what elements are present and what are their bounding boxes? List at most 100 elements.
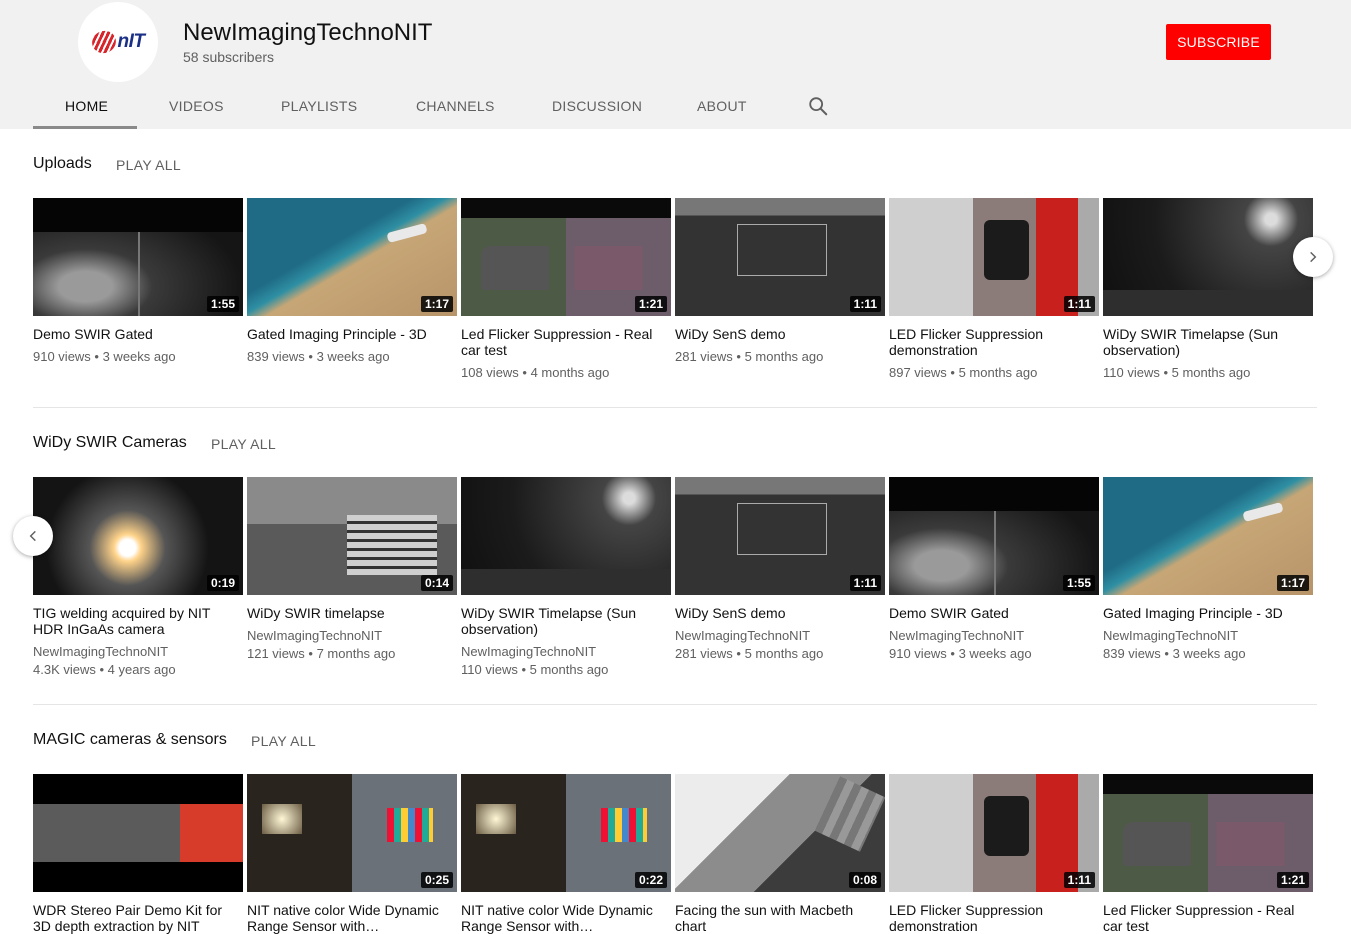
tab-videos[interactable]: VIDEOS bbox=[169, 98, 224, 114]
video-meta: 839 views • 3 weeks ago bbox=[247, 348, 457, 366]
video-thumbnail[interactable]: 1:11 bbox=[675, 198, 885, 316]
video-title[interactable]: Gated Imaging Principle - 3D bbox=[247, 326, 457, 342]
video-thumbnail[interactable]: 1:17 bbox=[247, 198, 457, 316]
video-title[interactable]: Gated Imaging Principle - 3D bbox=[1103, 605, 1313, 621]
video-thumbnail[interactable]: 1:11 bbox=[889, 774, 1099, 892]
video-title[interactable]: WiDy SWIR Timelapse (Sun observation) bbox=[461, 605, 671, 637]
video-card[interactable]: 1:21 WDR Stereo Pair Demo Kit for 3D dept… bbox=[33, 774, 243, 934]
video-title[interactable]: Facing the sun with Macbeth chart bbox=[675, 902, 885, 934]
video-title[interactable]: WDR Stereo Pair Demo Kit for 3D depth ex… bbox=[33, 902, 243, 934]
duration-badge: 0:25 bbox=[420, 872, 453, 888]
video-meta: NewImagingTechnoNIT 121 views • 7 months … bbox=[247, 627, 457, 663]
shelf-title[interactable]: WiDy SWIR Cameras bbox=[33, 434, 187, 452]
video-card[interactable]: 0:14 WiDy SWIR Timelapse (Sun observation… bbox=[1103, 198, 1313, 382]
video-card[interactable]: 1:21 Led Flicker Suppression - Real car t… bbox=[1103, 774, 1313, 934]
video-title[interactable]: LED Flicker Suppression demonstration bbox=[889, 902, 1099, 934]
video-channel-name[interactable]: NewImagingTechnoNIT bbox=[33, 643, 243, 661]
video-card[interactable]: 1:17 Gated Imaging Principle - 3D 839 view… bbox=[247, 198, 457, 366]
video-card[interactable]: 1:11 WiDy SenS demo 281 views • 5 months a… bbox=[675, 198, 885, 366]
video-title[interactable]: NIT native color Wide Dynamic Range Sens… bbox=[461, 902, 671, 934]
tab-channels[interactable]: CHANNELS bbox=[416, 98, 495, 114]
tab-home[interactable]: HOME bbox=[65, 98, 108, 114]
video-thumbnail[interactable]: 0:22 bbox=[461, 774, 671, 892]
video-card[interactable]: 0:25 NIT native color Wide Dynamic Range … bbox=[247, 774, 457, 934]
video-card[interactable]: 1:55 Demo SWIR Gated 910 views • 3 weeks a… bbox=[33, 198, 243, 366]
video-stats: 108 views • 4 months ago bbox=[461, 365, 610, 380]
video-title[interactable]: WiDy SenS demo bbox=[675, 605, 885, 621]
video-thumbnail[interactable]: 0:14 bbox=[461, 477, 671, 595]
video-card[interactable]: 1:17 Gated Imaging Principle - 3D NewImagi… bbox=[1103, 477, 1313, 663]
video-channel-name[interactable]: NewImagingTechnoNIT bbox=[461, 643, 671, 661]
carousel-prev-button[interactable] bbox=[13, 516, 53, 556]
video-stats: 839 views • 3 weeks ago bbox=[247, 349, 390, 364]
video-channel-name[interactable]: NewImagingTechnoNIT bbox=[675, 627, 885, 645]
search-icon[interactable] bbox=[807, 95, 829, 117]
shelf-title[interactable]: Uploads bbox=[33, 155, 92, 173]
play-all-button[interactable]: PLAY ALL bbox=[211, 436, 276, 452]
duration-badge: 1:17 bbox=[1276, 575, 1309, 591]
channel-avatar[interactable]: nIT bbox=[78, 2, 158, 82]
duration-badge: 0:19 bbox=[206, 575, 239, 591]
video-title[interactable]: WiDy SWIR Timelapse (Sun observation) bbox=[1103, 326, 1313, 358]
video-thumbnail[interactable]: 0:14 bbox=[1103, 198, 1313, 316]
video-meta: 897 views • 5 months ago bbox=[889, 364, 1099, 382]
video-meta: NewImagingTechnoNIT 281 views • 5 months … bbox=[675, 627, 885, 663]
video-title[interactable]: TIG welding acquired by NIT HDR InGaAs c… bbox=[33, 605, 243, 637]
video-meta: 110 views • 5 months ago bbox=[1103, 364, 1313, 382]
video-card[interactable]: 0:14 WiDy SWIR Timelapse (Sun observation… bbox=[461, 477, 671, 679]
tab-about[interactable]: ABOUT bbox=[697, 98, 747, 114]
shelf-divider bbox=[33, 407, 1317, 408]
video-meta: 910 views • 3 weeks ago bbox=[33, 348, 243, 366]
video-thumbnail[interactable]: 1:55 bbox=[889, 477, 1099, 595]
video-thumbnail[interactable]: 1:11 bbox=[675, 477, 885, 595]
video-title[interactable]: WiDy SWIR timelapse bbox=[247, 605, 457, 621]
video-title[interactable]: Demo SWIR Gated bbox=[33, 326, 243, 342]
video-card[interactable]: 1:11 WiDy SenS demo NewImagingTechnoNIT 281… bbox=[675, 477, 885, 663]
video-stats: 110 views • 5 months ago bbox=[1103, 365, 1251, 380]
play-all-button[interactable]: PLAY ALL bbox=[116, 157, 181, 173]
video-card[interactable]: 1:21 Led Flicker Suppression - Real car t… bbox=[461, 198, 671, 382]
video-title[interactable]: LED Flicker Suppression demonstration bbox=[889, 326, 1099, 358]
video-thumbnail[interactable]: 1:21 bbox=[1103, 774, 1313, 892]
video-channel-name[interactable]: NewImagingTechnoNIT bbox=[889, 627, 1099, 645]
carousel-next-button[interactable] bbox=[1293, 237, 1333, 277]
video-channel-name[interactable]: NewImagingTechnoNIT bbox=[247, 627, 457, 645]
duration-badge: 1:11 bbox=[1063, 872, 1095, 888]
video-stats: 110 views • 5 months ago bbox=[461, 662, 609, 677]
video-thumbnail[interactable]: 1:11 bbox=[889, 198, 1099, 316]
channel-header: nIT NewImagingTechnoNIT 58 subscribers S… bbox=[0, 0, 1351, 129]
subscriber-count: 58 subscribers bbox=[183, 49, 275, 65]
video-meta: NewImagingTechnoNIT 110 views • 5 months … bbox=[461, 643, 671, 679]
video-title[interactable]: NIT native color Wide Dynamic Range Sens… bbox=[247, 902, 457, 934]
video-thumbnail[interactable]: 1:17 bbox=[1103, 477, 1313, 595]
video-stats: 281 views • 5 months ago bbox=[675, 349, 824, 364]
video-thumbnail[interactable]: 1:21 bbox=[461, 198, 671, 316]
video-title[interactable]: Demo SWIR Gated bbox=[889, 605, 1099, 621]
video-card[interactable]: 1:55 Demo SWIR Gated NewImagingTechnoNIT 91… bbox=[889, 477, 1099, 663]
play-all-button[interactable]: PLAY ALL bbox=[251, 733, 316, 749]
shelf-title[interactable]: MAGIC cameras & sensors bbox=[33, 731, 227, 749]
video-card[interactable]: 0:19 TIG welding acquired by NIT HDR InGa… bbox=[33, 477, 243, 679]
video-channel-name[interactable]: NewImagingTechnoNIT bbox=[1103, 627, 1313, 645]
video-card[interactable]: 0:14 WiDy SWIR timelapse NewImagingTechnoN… bbox=[247, 477, 457, 663]
tab-discussion[interactable]: DISCUSSION bbox=[552, 98, 642, 114]
video-title[interactable]: Led Flicker Suppression - Real car test bbox=[461, 326, 671, 358]
shelf-divider bbox=[33, 704, 1317, 705]
video-thumbnail[interactable]: 0:08 bbox=[675, 774, 885, 892]
video-thumbnail[interactable]: 0:25 bbox=[247, 774, 457, 892]
video-card[interactable]: 0:08 Facing the sun with Macbeth chart bbox=[675, 774, 885, 934]
video-card[interactable]: 1:11 LED Flicker Suppression demonstratio… bbox=[889, 774, 1099, 934]
video-stats: 121 views • 7 months ago bbox=[247, 646, 396, 661]
video-thumbnail[interactable]: 1:21 bbox=[33, 774, 243, 892]
video-thumbnail[interactable]: 0:14 bbox=[247, 477, 457, 595]
subscribe-button[interactable]: SUBSCRIBE bbox=[1166, 24, 1271, 60]
tab-playlists[interactable]: PLAYLISTS bbox=[281, 98, 357, 114]
video-thumbnail[interactable]: 0:19 bbox=[33, 477, 243, 595]
video-card[interactable]: 1:11 LED Flicker Suppression demonstratio… bbox=[889, 198, 1099, 382]
video-thumbnail[interactable]: 1:55 bbox=[33, 198, 243, 316]
video-title[interactable]: WiDy SenS demo bbox=[675, 326, 885, 342]
nit-logo-text: nIT bbox=[117, 31, 146, 52]
video-card[interactable]: 0:22 NIT native color Wide Dynamic Range … bbox=[461, 774, 671, 934]
duration-badge: 1:11 bbox=[1063, 296, 1095, 312]
video-title[interactable]: Led Flicker Suppression - Real car test bbox=[1103, 902, 1313, 934]
